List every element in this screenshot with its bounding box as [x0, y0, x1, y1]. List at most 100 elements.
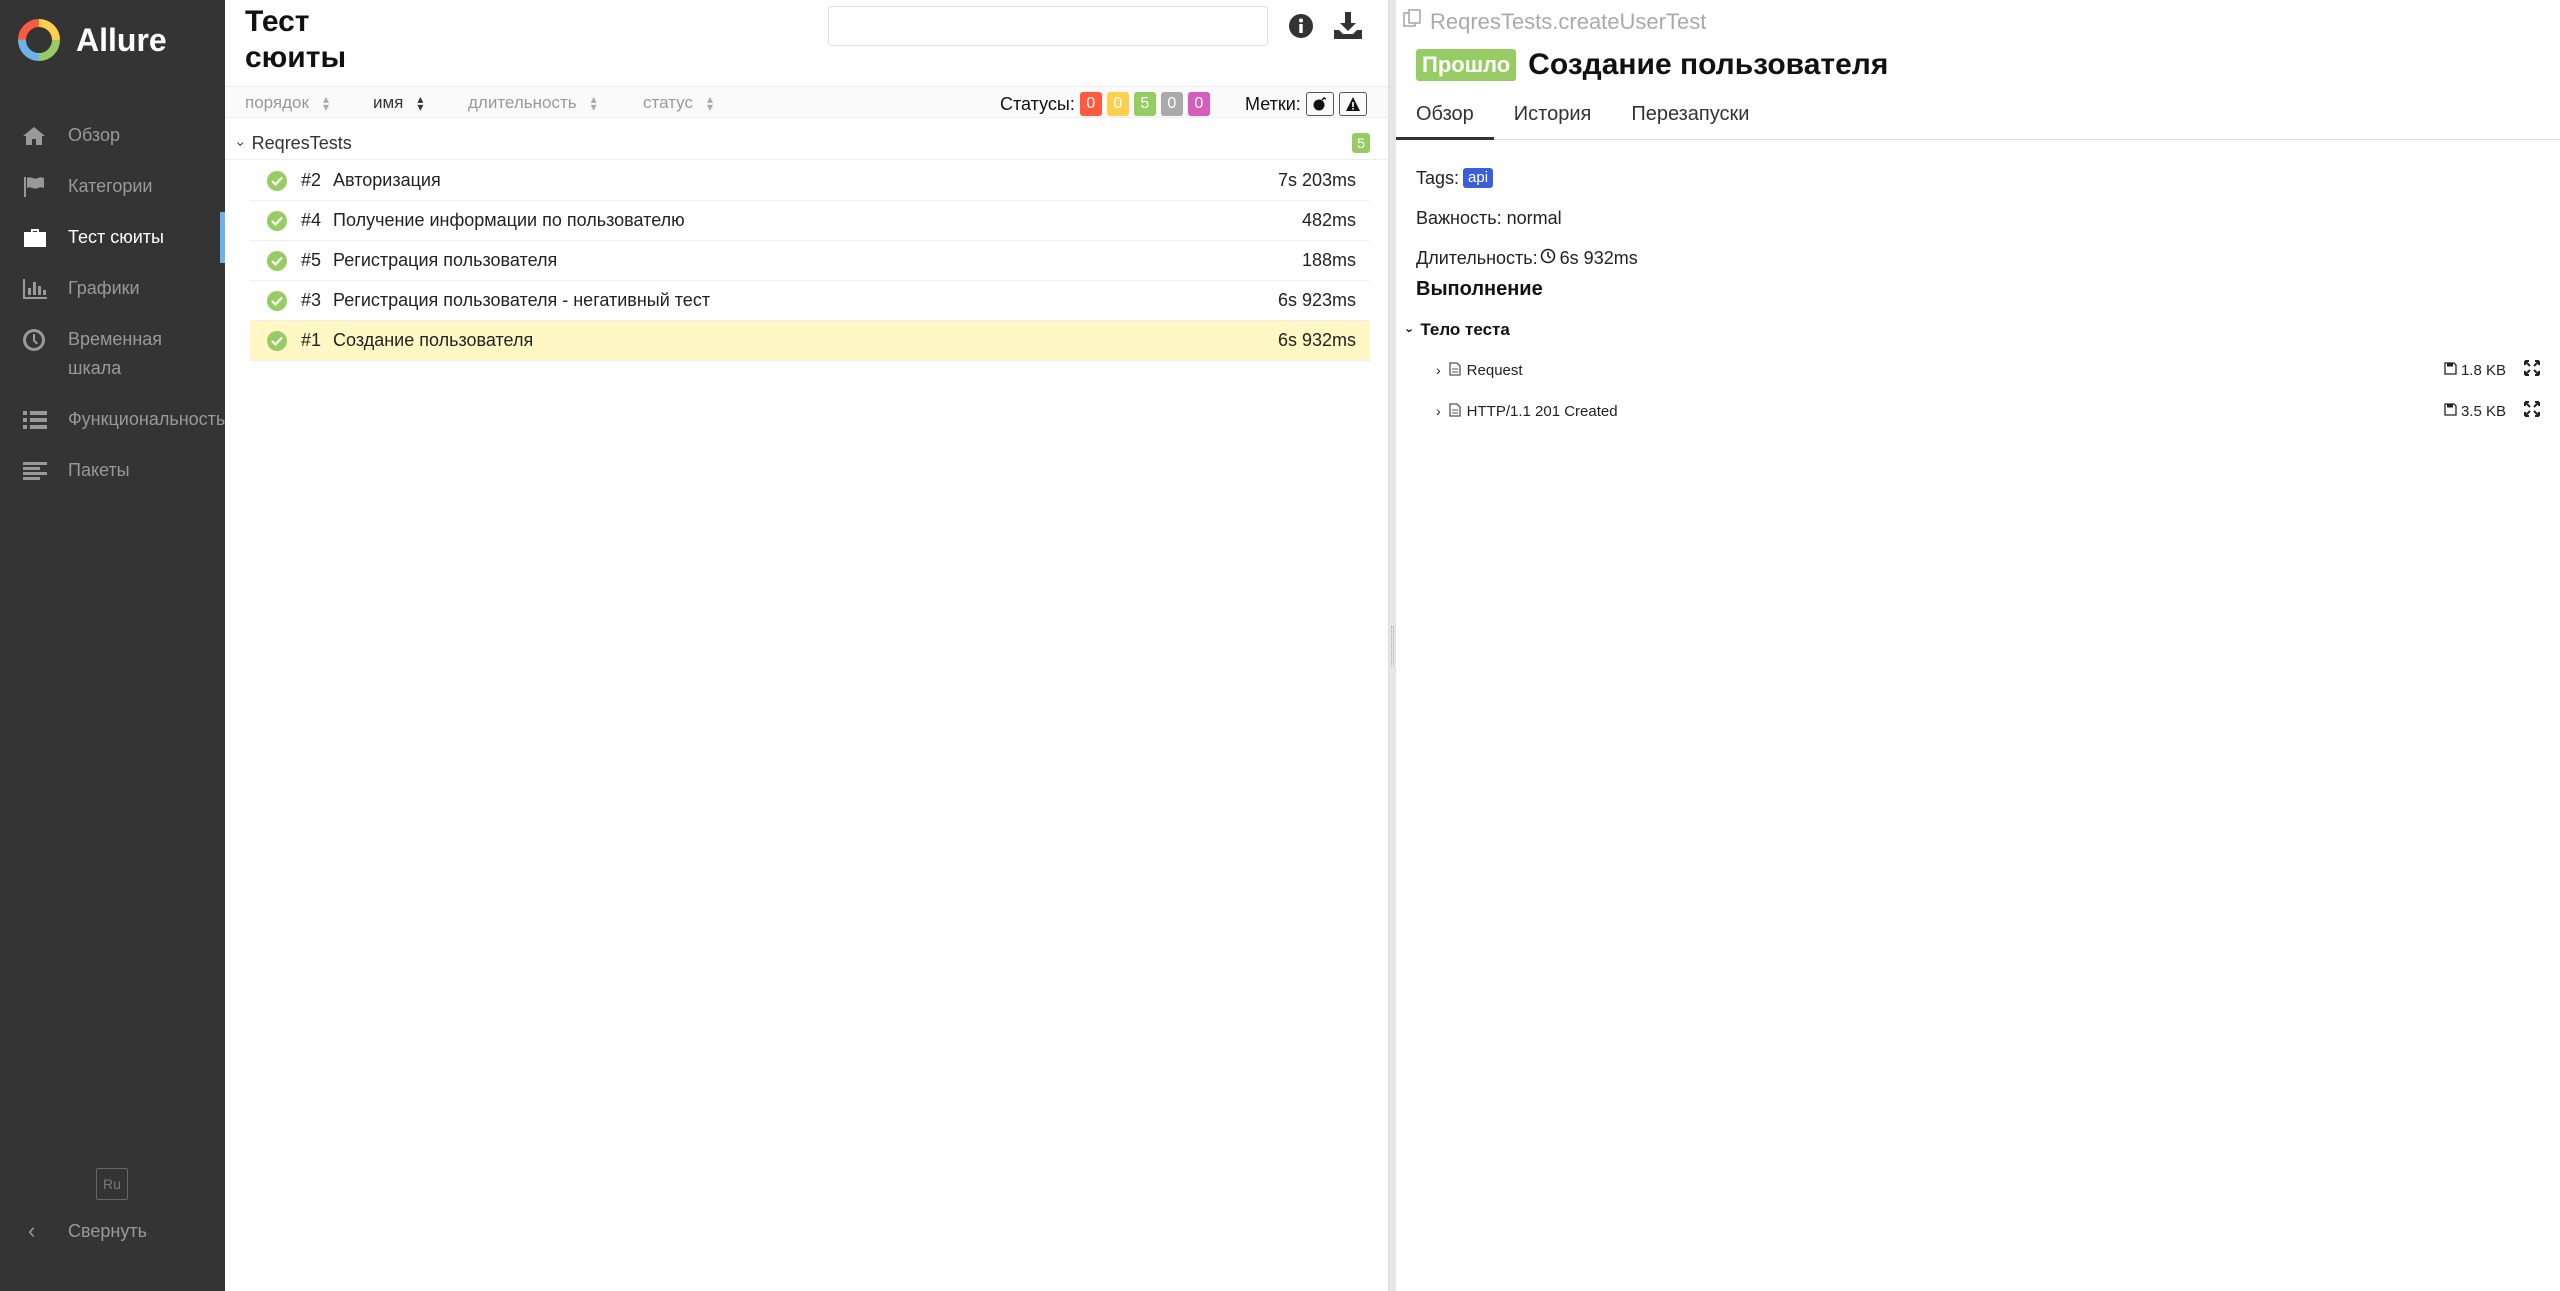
- status-badge: Прошло: [1416, 49, 1517, 81]
- tab-overview[interactable]: Обзор: [1396, 96, 1494, 140]
- sidebar-item-timeline[interactable]: Временная шкала: [0, 314, 225, 394]
- sidebar-item-label: Обзор: [68, 125, 120, 145]
- download-icon[interactable]: [1331, 8, 1365, 42]
- sidebar-item-behaviors[interactable]: Функциональность: [0, 394, 225, 445]
- test-order: #4: [301, 210, 322, 230]
- attachment-size-text: 3.5 KB: [2460, 402, 2506, 420]
- duration-value: 6s 932ms: [1559, 247, 1638, 268]
- test-duration: 188ms: [1301, 250, 1356, 270]
- passed-check-icon: [267, 290, 287, 311]
- suites-pane: Тест сюиты порядок ▴ ▾ имя ▴ ▾ длительност…: [225, 0, 1388, 1291]
- sidebar-nav: Обзор Категории Тест сюиты Графики Време…: [0, 110, 225, 496]
- status-passed-toggle[interactable]: 5: [1133, 92, 1156, 116]
- sort-label: статус: [643, 93, 693, 112]
- test-name: Создание пользователя: [333, 330, 534, 350]
- expand-icon[interactable]: [2524, 359, 2540, 381]
- tags-line: Tags: api: [1416, 158, 1638, 198]
- sidebar-item-overview[interactable]: Обзор: [0, 110, 225, 161]
- home-icon: [22, 121, 50, 150]
- info-icon[interactable]: [1285, 10, 1317, 42]
- sort-by-order[interactable]: порядок ▴ ▾: [245, 93, 329, 113]
- sidebar-item-label: Функциональность: [68, 409, 226, 429]
- pane-splitter[interactable]: [1388, 0, 1396, 1291]
- test-list: #2 Авторизация 7s 203ms #4 Получение инф…: [250, 161, 1370, 361]
- tag-badge: api: [1463, 168, 1494, 188]
- warning-triangle-icon[interactable]: [1338, 92, 1367, 116]
- copy-icon[interactable]: [1402, 8, 1424, 36]
- sidebar-item-label: Категории: [68, 176, 153, 196]
- status-failed-toggle[interactable]: 0: [1079, 92, 1102, 116]
- sort-label: длительность: [468, 93, 577, 112]
- sidebar: Allure Обзор Категории Тест сюиты График…: [0, 0, 225, 1291]
- severity-line: Важность: normal: [1416, 198, 1638, 238]
- test-name: Регистрация пользователя: [333, 250, 558, 270]
- search-input[interactable]: [828, 6, 1268, 46]
- test-title-line: Прошло Создание пользователя: [1416, 48, 1888, 82]
- brand[interactable]: Allure: [16, 16, 167, 64]
- test-name: Получение информации по пользователю: [333, 210, 685, 230]
- language-switch-button[interactable]: Ru: [96, 1168, 128, 1200]
- expand-icon[interactable]: [2524, 400, 2540, 422]
- tags-label: Tags:: [1416, 167, 1460, 188]
- suite-name: ReqresTests: [251, 133, 352, 153]
- tab-history[interactable]: История: [1494, 96, 1612, 140]
- test-order: #5: [301, 250, 322, 270]
- clock-icon: [22, 325, 50, 354]
- sidebar-item-label: Пакеты: [68, 460, 130, 480]
- marks-filter: Метки:: [1245, 92, 1367, 116]
- passed-check-icon: [267, 210, 287, 231]
- sort-by-name[interactable]: имя ▴ ▾: [373, 93, 423, 113]
- clock-icon: [1540, 248, 1556, 269]
- attachment-row[interactable]: › Request 1.8 KB: [1436, 350, 2546, 390]
- sidebar-item-label: Тест сюиты: [68, 227, 164, 247]
- test-duration: 482ms: [1301, 210, 1356, 230]
- bar-chart-icon: [22, 274, 50, 303]
- briefcase-icon: [22, 223, 50, 252]
- sort-by-status[interactable]: статус ▴ ▾: [643, 93, 713, 113]
- sidebar-item-graphs[interactable]: Графики: [0, 263, 225, 314]
- sort-arrows-icon: ▴ ▾: [590, 92, 597, 114]
- detail-tabs: Обзор История Перезапуски: [1396, 96, 2560, 140]
- attachment-size: 1.8 KB: [2444, 362, 2506, 379]
- align-left-icon: [22, 456, 50, 485]
- test-row[interactable]: #5 Регистрация пользователя 188ms: [250, 241, 1370, 281]
- brand-name: Allure: [76, 21, 167, 58]
- file-icon: [1449, 402, 1461, 420]
- collapse-label: Свернуть: [68, 1220, 147, 1241]
- test-duration: 6s 932ms: [1277, 330, 1356, 350]
- status-unknown-toggle[interactable]: 0: [1187, 92, 1210, 116]
- severity-value: normal: [1506, 207, 1562, 228]
- marks-label: Метки:: [1245, 93, 1301, 114]
- overview-section: Tags: api Важность: normal Длительность:…: [1416, 158, 1638, 278]
- sort-by-duration[interactable]: длительность ▴ ▾: [468, 93, 597, 113]
- sidebar-item-label: Временная шкала: [68, 329, 163, 378]
- test-row-selected[interactable]: #1 Создание пользователя 6s 932ms: [250, 321, 1370, 361]
- sidebar-item-suites[interactable]: Тест сюиты: [0, 212, 225, 263]
- list-icon: [22, 405, 50, 434]
- test-fullname: ReqresTests.createUserTest: [1402, 8, 1706, 36]
- attachment-row[interactable]: › HTTP/1.1 201 Created 3.5 KB: [1436, 391, 2546, 431]
- page-title: Тест сюиты: [245, 5, 347, 74]
- test-body-step[interactable]: › Тело теста: [1403, 320, 1510, 340]
- test-duration: 7s 203ms: [1277, 170, 1356, 190]
- chevron-right-icon: ›: [1436, 362, 1441, 378]
- test-row[interactable]: #4 Получение информации по пользователю …: [250, 201, 1370, 241]
- status-skipped-toggle[interactable]: 0: [1160, 92, 1183, 116]
- sidebar-item-label: Графики: [68, 278, 140, 298]
- flaky-bomb-icon[interactable]: [1305, 92, 1334, 116]
- duration-line: Длительность: 6s 932ms: [1416, 238, 1638, 278]
- suite-group-row[interactable]: › ReqresTests 5: [225, 128, 1388, 160]
- suite-count-badge: 5: [1352, 133, 1370, 153]
- test-row[interactable]: #3 Регистрация пользователя - негативный…: [250, 281, 1370, 321]
- chevron-right-icon: ›: [1436, 403, 1441, 419]
- status-broken-toggle[interactable]: 0: [1106, 92, 1129, 116]
- duration-label: Длительность:: [1416, 247, 1538, 268]
- collapse-sidebar-button[interactable]: ‹ Свернуть: [28, 1218, 147, 1244]
- save-icon: [2444, 361, 2461, 379]
- tab-retries[interactable]: Перезапуски: [1611, 96, 1769, 140]
- sidebar-item-categories[interactable]: Категории: [0, 161, 225, 212]
- test-row[interactable]: #2 Авторизация 7s 203ms: [250, 161, 1370, 201]
- test-title: Создание пользователя: [1528, 48, 1889, 81]
- sidebar-item-packages[interactable]: Пакеты: [0, 445, 225, 496]
- splitter-grip[interactable]: [1391, 626, 1394, 666]
